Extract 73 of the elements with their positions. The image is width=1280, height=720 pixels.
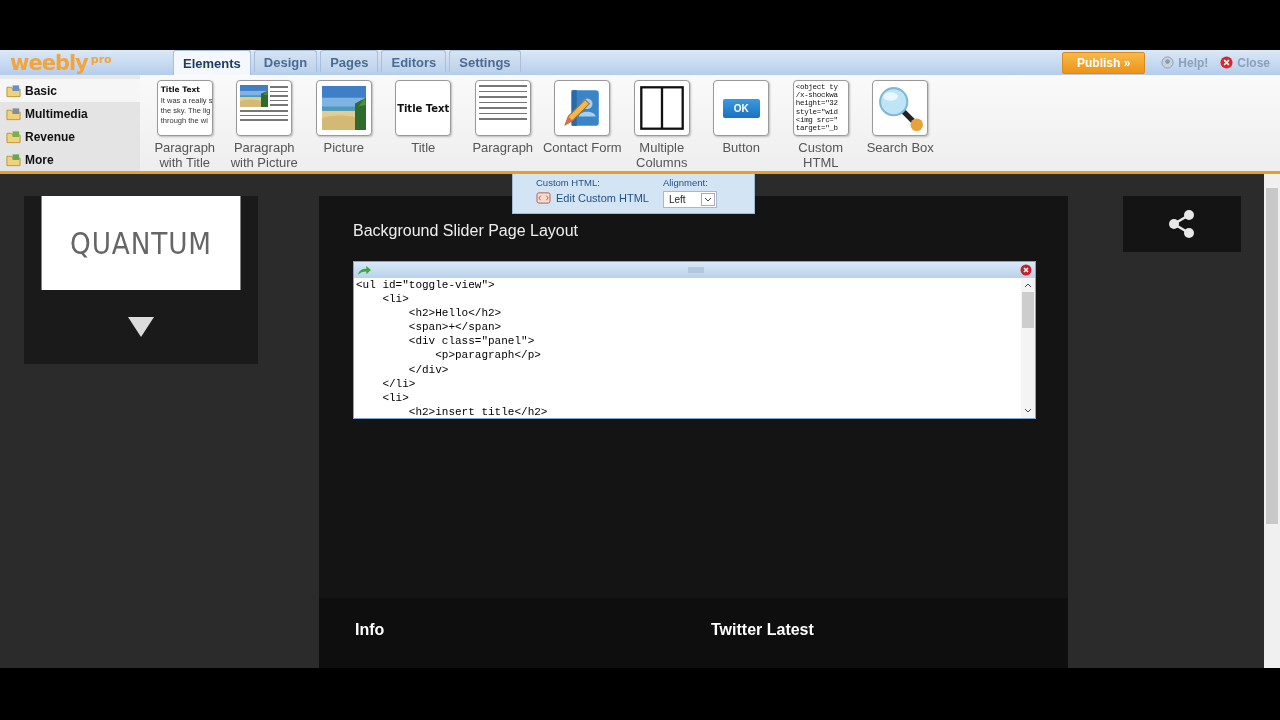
element-label[interactable]: Multiple Columns (621, 140, 702, 170)
share-button[interactable] (1123, 196, 1241, 252)
code-icon (536, 191, 551, 204)
element-thumbnail[interactable] (236, 80, 293, 136)
scroll-up-icon[interactable] (1024, 282, 1032, 288)
code-line: <h2>insert title</h2> (407, 404, 549, 418)
element-thumbnail[interactable]: OK (713, 80, 770, 136)
element-label[interactable]: Paragraph with Picture (224, 140, 305, 170)
element-thumbnail[interactable] (633, 80, 690, 136)
thumbnail-text: Title Text (397, 102, 450, 114)
code-line: </li> (381, 376, 417, 391)
toolbar-label: Custom HTML: (536, 177, 601, 188)
element-label[interactable]: Paragraph (462, 140, 543, 155)
down-triangle-icon[interactable] (128, 317, 154, 337)
category-item[interactable]: Multimedia (0, 102, 140, 125)
element-thumbnail[interactable] (474, 80, 531, 136)
code-line: <h2>Hello</h2> (407, 306, 503, 321)
page-scrollbar[interactable] (1264, 174, 1280, 668)
folder-icon (6, 83, 21, 98)
weebly-logo: weebly (10, 52, 88, 73)
scrollbar[interactable] (1021, 278, 1035, 418)
code-line: <li> (381, 390, 410, 405)
element-thumbnail[interactable] (872, 80, 929, 136)
page-title: Background Slider Page Layout (353, 222, 580, 240)
columns-icon (638, 85, 685, 131)
help-icon (1161, 56, 1175, 69)
code-line: <li> (381, 292, 410, 307)
footer-heading: Info (355, 621, 386, 640)
tab[interactable]: Design (253, 50, 318, 72)
element-label[interactable]: Button (701, 140, 782, 155)
scroll-thumb[interactable] (1266, 188, 1278, 524)
element-thumbnail[interactable] (554, 80, 611, 136)
scroll-down-icon[interactable] (1024, 408, 1032, 414)
alignment-select[interactable]: Left (662, 191, 717, 208)
element-label[interactable]: Search Box (860, 140, 941, 155)
tab[interactable]: Pages (320, 50, 379, 72)
grip-icon[interactable] (688, 267, 704, 273)
logo-suffix: pro (90, 52, 112, 66)
footer-heading: Twitter Latest (711, 621, 815, 640)
code-line: <div class="panel"> (407, 334, 536, 349)
folder-icon (6, 106, 21, 121)
site-logo: QUANTUM (41, 196, 241, 290)
category-item[interactable]: Basic (0, 79, 140, 102)
close-icon[interactable] (1020, 264, 1032, 276)
code-line: <ul id="toggle-view"> (356, 278, 496, 293)
element-label[interactable]: Picture (303, 140, 384, 155)
caret-icon (703, 196, 712, 203)
magnifier-icon (877, 85, 924, 131)
tab[interactable]: Elements (173, 50, 251, 75)
element-thumbnail[interactable]: Title Text (395, 80, 452, 136)
code-line: </div> (407, 362, 450, 377)
close-icon (1220, 56, 1234, 69)
toolbar-label: Alignment: (662, 177, 709, 188)
text-lines-drawing (270, 85, 289, 107)
share-icon (1167, 209, 1197, 239)
text-lines-drawing (478, 85, 527, 120)
code-line: <p>paragraph</p> (434, 348, 542, 363)
element-label[interactable]: Paragraph with Title (144, 140, 225, 170)
element-label[interactable]: Contact Form (542, 140, 623, 155)
scroll-thumb[interactable] (1022, 292, 1034, 328)
tab[interactable]: Settings (449, 50, 521, 72)
code-line: <span>+</span> (407, 320, 503, 335)
folder-icon (6, 152, 21, 167)
tab[interactable]: Editors (381, 50, 447, 72)
text-lines-drawing (240, 110, 289, 121)
category-item[interactable]: Revenue (0, 125, 140, 148)
element-label[interactable]: Custom HTML (780, 140, 861, 170)
element-thumbnail[interactable] (315, 80, 372, 136)
category-item[interactable]: More (0, 148, 140, 171)
ok-button-preview: OK (722, 98, 760, 118)
folder-icon (6, 129, 21, 144)
element-label[interactable]: Title (383, 140, 464, 155)
edit-custom-html-link[interactable]: Edit Custom HTML (536, 191, 649, 204)
